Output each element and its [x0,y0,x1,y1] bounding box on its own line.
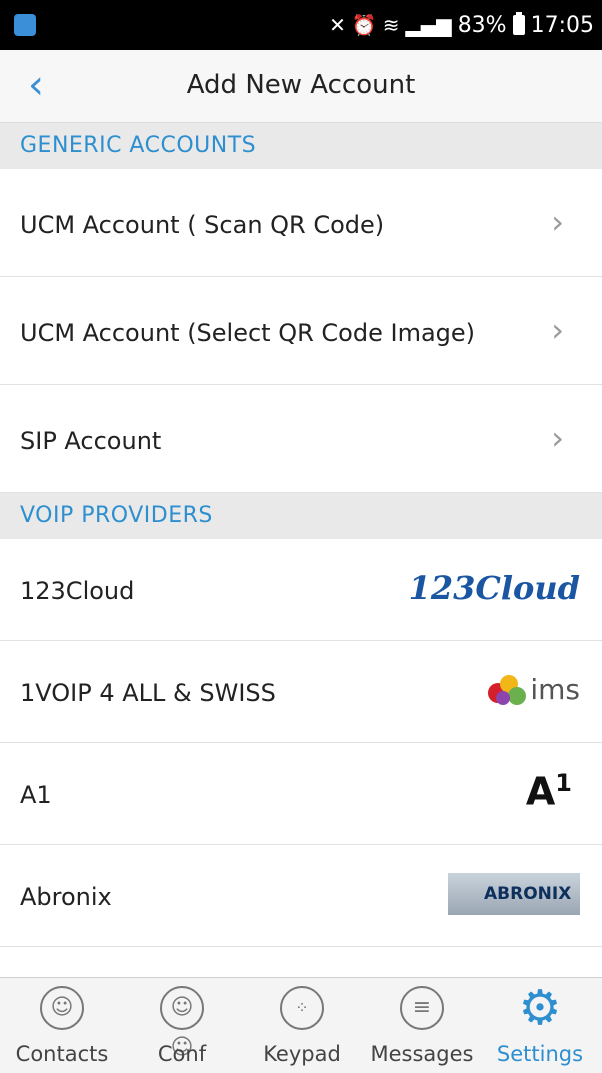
battery-icon [512,12,525,35]
provider-logo-a1: A1 [526,769,572,814]
section-header-voip: VOIP PROVIDERS [0,493,602,539]
chevron-right-icon: › [551,311,564,349]
section-title: VOIP PROVIDERS [20,503,213,528]
ims-logo-icon [488,674,528,705]
wifi-icon: ≋ [382,13,400,37]
chevron-right-icon: › [551,419,564,457]
a1-logo-superscript: 1 [555,769,572,797]
app-notification-icon [14,14,36,36]
tab-keypad[interactable]: ⁘ Keypad [242,978,362,1073]
provider-label: Abronix [20,883,112,911]
list-item-label: UCM Account (Select QR Code Image) [20,319,476,347]
provider-label: 123Cloud [20,577,135,605]
tab-label: Contacts [15,1042,109,1066]
section-header-generic: GENERIC ACCOUNTS [0,123,602,169]
status-icons: ✕ ⏰ ≋ ▂▄▆ 83% 17:05 [329,10,594,40]
gear-icon: ⚙ [518,980,562,1036]
tab-conf[interactable]: ☺☺ Conf [122,978,242,1073]
alarm-icon: ⏰ [351,13,377,37]
tab-label: Conf [157,1042,207,1066]
bottom-tab-bar: ☺ Contacts ☺☺ Conf ⁘ Keypad ≡ Messages ⚙… [0,977,602,1073]
provider-1voip[interactable]: 1VOIP 4 ALL & SWISS ims [0,641,602,743]
tab-label: Messages [370,1042,474,1066]
a1-logo-letter: A [525,769,556,814]
provider-abronix[interactable]: Abronix ABRONIX [0,845,602,947]
page-title: Add New Account [186,70,416,100]
tab-settings[interactable]: ⚙ Settings [480,978,600,1073]
tab-label: Settings [496,1042,584,1066]
list-item-label: SIP Account [20,427,162,455]
provider-123cloud[interactable]: 123Cloud 123Cloud [0,539,602,641]
provider-logo-abronix: ABRONIX [448,873,580,915]
tab-contacts[interactable]: ☺ Contacts [2,978,122,1073]
contacts-icon: ☺ [40,986,84,1030]
provider-label: A1 [20,781,52,809]
chevron-right-icon: › [551,203,564,241]
signal-icon: ▂▄▆ [405,13,452,37]
tab-label: Keypad [263,1042,341,1066]
provider-logo-123cloud: 123Cloud [408,569,580,607]
list-item-label: UCM Account ( Scan QR Code) [20,211,385,239]
list-item-ucm-image[interactable]: UCM Account (Select QR Code Image) › [0,277,602,385]
mute-icon: ✕ [329,13,346,37]
keypad-icon: ⁘ [280,986,324,1030]
messages-icon: ≡ [400,986,444,1030]
tab-messages[interactable]: ≡ Messages [362,978,482,1073]
ims-logo-text: ims [530,673,580,706]
section-title: GENERIC ACCOUNTS [20,133,257,158]
status-bar: ✕ ⏰ ≋ ▂▄▆ 83% 17:05 [0,0,602,50]
provider-partial[interactable] [0,947,602,977]
app-bar: ‹ Add New Account [0,50,602,123]
list-item-ucm-scan[interactable]: UCM Account ( Scan QR Code) › [0,169,602,277]
list-item-sip[interactable]: SIP Account › [0,385,602,493]
provider-label: 1VOIP 4 ALL & SWISS [20,679,276,707]
conference-icon: ☺☺ [160,986,204,1060]
battery-percent: 83% [457,12,507,38]
provider-a1[interactable]: A1 A1 [0,743,602,845]
provider-logo-ims: ims [488,673,580,706]
clock: 17:05 [530,12,594,38]
